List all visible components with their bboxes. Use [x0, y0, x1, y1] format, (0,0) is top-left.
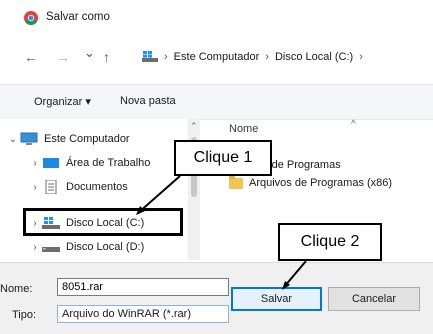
callout-1-pointer [137, 175, 181, 214]
callout-pointers [136, 175, 307, 290]
save-as-dialog: Salvar como ← → ⌄ ↑ › Este Computador › … [0, 0, 433, 334]
